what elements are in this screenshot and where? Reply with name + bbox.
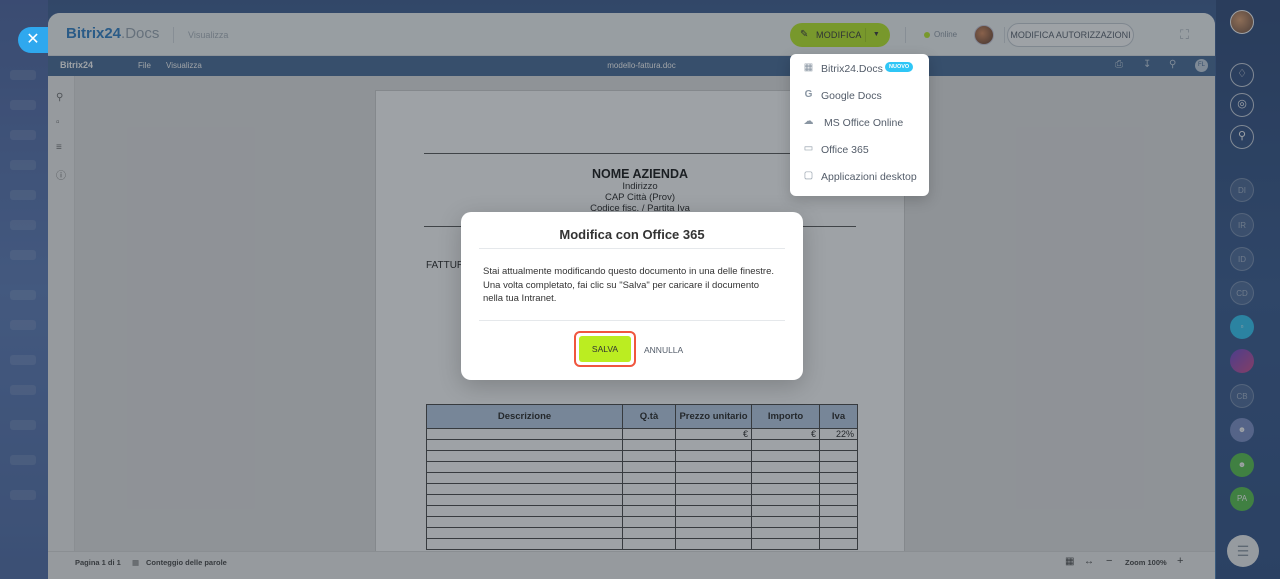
dialog-title: Modifica con Office 365 [559, 227, 705, 242]
cancel-button[interactable]: ANNULLA [644, 345, 683, 355]
edit-office365-dialog: Modifica con Office 365 Stai attualmente… [461, 212, 803, 380]
new-badge: NUOVO [885, 62, 914, 72]
divider [479, 320, 785, 321]
dropdown-item-bitrix24-docs[interactable]: ▦ Bitrix24.Docs NUOVO [790, 56, 929, 82]
dropdown-item-ms-office-online[interactable]: ☁ MS Office Online [790, 110, 929, 136]
edit-with-dropdown: ▦ Bitrix24.Docs NUOVO G Google Docs ☁ MS… [790, 54, 929, 196]
google-icon: G [804, 89, 813, 100]
dropdown-item-office-365[interactable]: ▭ Office 365 [790, 137, 929, 163]
dropdown-item-google-docs[interactable]: G Google Docs [790, 83, 929, 109]
monitor-icon: ▢ [803, 170, 814, 181]
divider [479, 248, 785, 249]
printer-icon: ▦ [803, 62, 814, 73]
dialog-message: Stai attualmente modificando questo docu… [483, 266, 774, 304]
save-button[interactable]: SALVA [579, 336, 631, 362]
cloud-icon: ☁ [803, 116, 814, 127]
office-icon: ▭ [803, 143, 814, 154]
dropdown-item-desktop-apps[interactable]: ▢ Applicazioni desktop [790, 164, 929, 190]
close-icon[interactable]: ✕ [18, 27, 48, 53]
